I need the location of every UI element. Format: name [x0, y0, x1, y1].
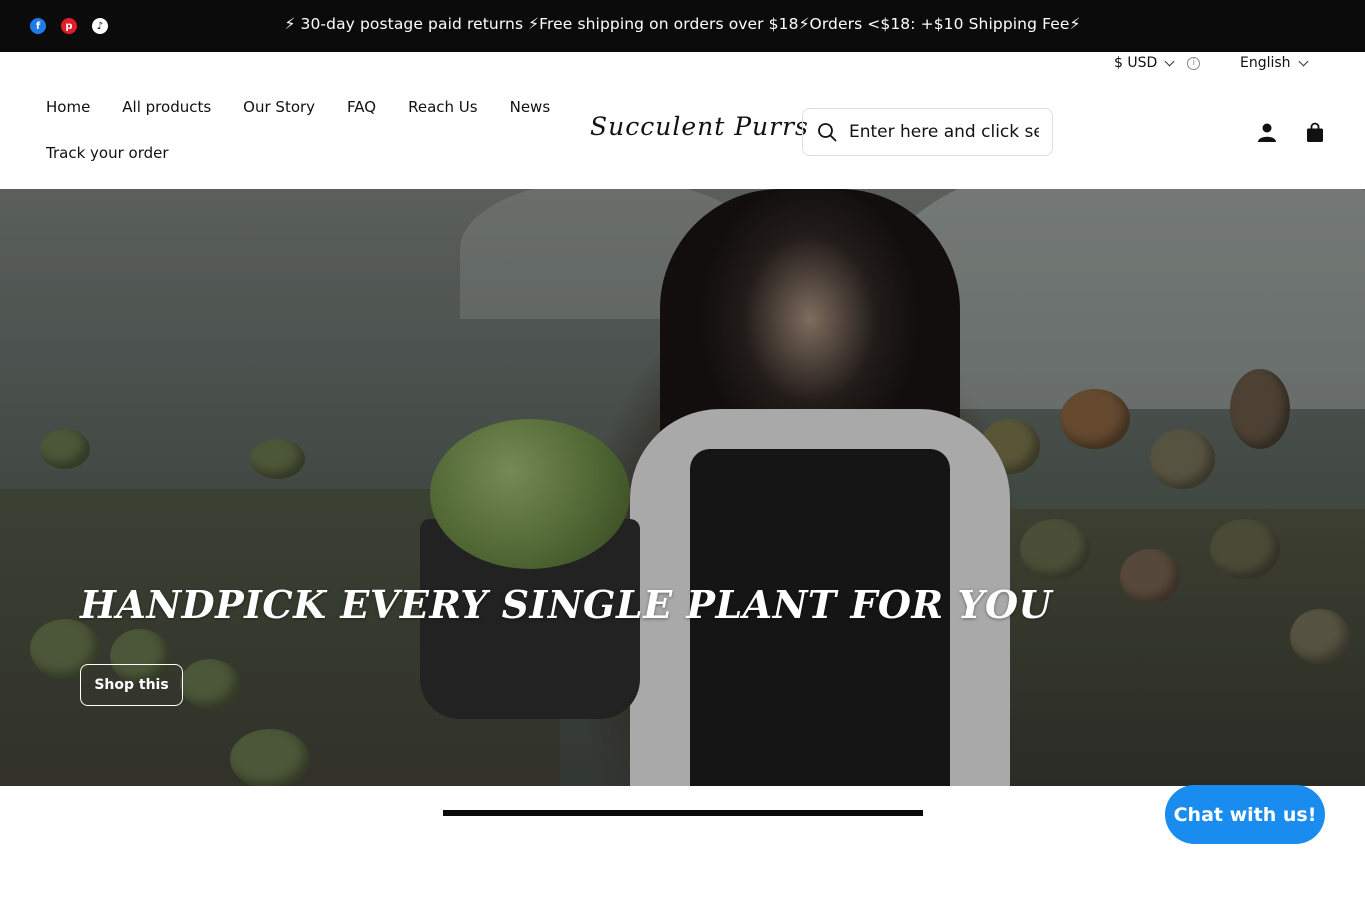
site-logo[interactable]: Succulent Purrs [590, 112, 809, 141]
info-icon[interactable]: i [1187, 56, 1201, 70]
account-icon[interactable] [1257, 122, 1277, 142]
nav-item-reach-us[interactable]: Reach Us [408, 98, 478, 116]
search-input[interactable] [849, 122, 1039, 142]
chevron-down-icon [1164, 56, 1175, 66]
hero-overlay [0, 189, 1365, 786]
hero-banner: HANDPICK EVERY SINGLE PLANT FOR YOU Shop… [0, 189, 1365, 786]
currency-label: $ USD [1114, 55, 1158, 71]
search-box[interactable] [802, 108, 1053, 156]
nav-item-all-products[interactable]: All products [122, 98, 211, 116]
nav-item-news[interactable]: News [510, 98, 551, 116]
chevron-down-icon [1298, 56, 1309, 66]
announcement-text: ⚡ 30-day postage paid returns ⚡Free ship… [284, 15, 1081, 33]
shop-this-button[interactable]: Shop this [80, 664, 183, 706]
nav-item-track-order[interactable]: Track your order [46, 144, 169, 162]
nav-item-faq[interactable]: FAQ [347, 98, 376, 116]
nav-item-our-story[interactable]: Our Story [243, 98, 315, 116]
language-selector[interactable]: English [1240, 55, 1309, 71]
main-nav: Home All products Our Story FAQ Reach Us… [46, 98, 556, 190]
chat-button[interactable]: Chat with us! [1165, 785, 1325, 844]
nav-item-home[interactable]: Home [46, 98, 90, 116]
hero-title: HANDPICK EVERY SINGLE PLANT FOR YOU [80, 582, 1053, 627]
cart-icon[interactable] [1306, 122, 1324, 142]
slider-progress-bar[interactable] [443, 810, 923, 816]
currency-selector[interactable]: $ USD i [1114, 55, 1201, 71]
search-icon[interactable] [817, 122, 837, 142]
announcement-bar: f p ♪ ⚡ 30-day postage paid returns ⚡Fre… [0, 0, 1365, 52]
language-label: English [1240, 55, 1291, 71]
